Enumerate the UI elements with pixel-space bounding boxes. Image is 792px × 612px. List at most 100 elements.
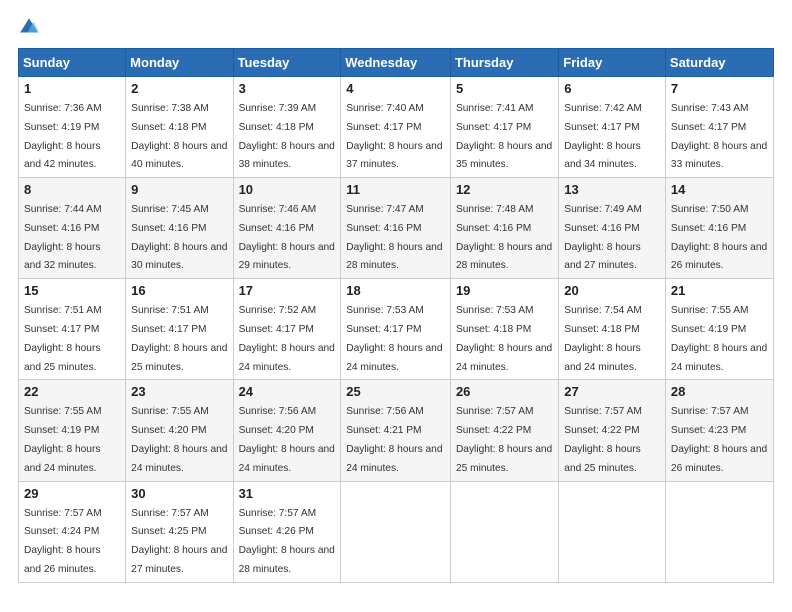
calendar-cell — [341, 481, 451, 582]
calendar-week-5: 29 Sunrise: 7:57 AMSunset: 4:24 PMDaylig… — [19, 481, 774, 582]
calendar-cell: 27 Sunrise: 7:57 AMSunset: 4:22 PMDaylig… — [559, 380, 666, 481]
day-number: 9 — [131, 182, 227, 197]
calendar-cell: 4 Sunrise: 7:40 AMSunset: 4:17 PMDayligh… — [341, 77, 451, 178]
calendar-cell: 2 Sunrise: 7:38 AMSunset: 4:18 PMDayligh… — [126, 77, 233, 178]
day-number: 3 — [239, 81, 336, 96]
calendar-cell: 24 Sunrise: 7:56 AMSunset: 4:20 PMDaylig… — [233, 380, 341, 481]
day-number: 21 — [671, 283, 768, 298]
calendar-header-wednesday: Wednesday — [341, 49, 451, 77]
day-number: 13 — [564, 182, 660, 197]
calendar-table: SundayMondayTuesdayWednesdayThursdayFrid… — [18, 48, 774, 583]
calendar-header-saturday: Saturday — [665, 49, 773, 77]
calendar-week-1: 1 Sunrise: 7:36 AMSunset: 4:19 PMDayligh… — [19, 77, 774, 178]
day-info: Sunrise: 7:57 AMSunset: 4:22 PMDaylight:… — [564, 406, 642, 473]
calendar-header-monday: Monday — [126, 49, 233, 77]
calendar-cell: 6 Sunrise: 7:42 AMSunset: 4:17 PMDayligh… — [559, 77, 666, 178]
day-number: 27 — [564, 384, 660, 399]
day-number: 4 — [346, 81, 445, 96]
calendar-cell: 7 Sunrise: 7:43 AMSunset: 4:17 PMDayligh… — [665, 77, 773, 178]
day-number: 15 — [24, 283, 120, 298]
day-number: 1 — [24, 81, 120, 96]
logo-icon — [18, 16, 40, 38]
day-number: 17 — [239, 283, 336, 298]
day-number: 10 — [239, 182, 336, 197]
day-number: 18 — [346, 283, 445, 298]
day-number: 22 — [24, 384, 120, 399]
day-number: 31 — [239, 486, 336, 501]
day-number: 8 — [24, 182, 120, 197]
calendar-cell: 5 Sunrise: 7:41 AMSunset: 4:17 PMDayligh… — [450, 77, 558, 178]
day-info: Sunrise: 7:43 AMSunset: 4:17 PMDaylight:… — [671, 103, 767, 170]
day-number: 7 — [671, 81, 768, 96]
page: SundayMondayTuesdayWednesdayThursdayFrid… — [0, 0, 792, 612]
day-info: Sunrise: 7:47 AMSunset: 4:16 PMDaylight:… — [346, 204, 442, 271]
day-info: Sunrise: 7:53 AMSunset: 4:18 PMDaylight:… — [456, 305, 552, 372]
day-number: 23 — [131, 384, 227, 399]
calendar-cell: 1 Sunrise: 7:36 AMSunset: 4:19 PMDayligh… — [19, 77, 126, 178]
calendar-header-sunday: Sunday — [19, 49, 126, 77]
day-number: 19 — [456, 283, 553, 298]
day-info: Sunrise: 7:48 AMSunset: 4:16 PMDaylight:… — [456, 204, 552, 271]
day-info: Sunrise: 7:41 AMSunset: 4:17 PMDaylight:… — [456, 103, 552, 170]
day-info: Sunrise: 7:46 AMSunset: 4:16 PMDaylight:… — [239, 204, 335, 271]
day-info: Sunrise: 7:39 AMSunset: 4:18 PMDaylight:… — [239, 103, 335, 170]
header — [18, 16, 774, 38]
day-number: 24 — [239, 384, 336, 399]
day-info: Sunrise: 7:38 AMSunset: 4:18 PMDaylight:… — [131, 103, 227, 170]
calendar-cell: 21 Sunrise: 7:55 AMSunset: 4:19 PMDaylig… — [665, 279, 773, 380]
day-info: Sunrise: 7:52 AMSunset: 4:17 PMDaylight:… — [239, 305, 335, 372]
day-info: Sunrise: 7:51 AMSunset: 4:17 PMDaylight:… — [24, 305, 102, 372]
calendar-cell: 20 Sunrise: 7:54 AMSunset: 4:18 PMDaylig… — [559, 279, 666, 380]
calendar-cell: 15 Sunrise: 7:51 AMSunset: 4:17 PMDaylig… — [19, 279, 126, 380]
calendar-cell: 29 Sunrise: 7:57 AMSunset: 4:24 PMDaylig… — [19, 481, 126, 582]
calendar-header-row: SundayMondayTuesdayWednesdayThursdayFrid… — [19, 49, 774, 77]
day-info: Sunrise: 7:49 AMSunset: 4:16 PMDaylight:… — [564, 204, 642, 271]
calendar-cell: 26 Sunrise: 7:57 AMSunset: 4:22 PMDaylig… — [450, 380, 558, 481]
calendar-cell — [450, 481, 558, 582]
day-info: Sunrise: 7:57 AMSunset: 4:24 PMDaylight:… — [24, 508, 102, 575]
day-info: Sunrise: 7:57 AMSunset: 4:26 PMDaylight:… — [239, 508, 335, 575]
day-info: Sunrise: 7:45 AMSunset: 4:16 PMDaylight:… — [131, 204, 227, 271]
calendar-cell: 12 Sunrise: 7:48 AMSunset: 4:16 PMDaylig… — [450, 178, 558, 279]
day-number: 29 — [24, 486, 120, 501]
day-info: Sunrise: 7:44 AMSunset: 4:16 PMDaylight:… — [24, 204, 102, 271]
day-number: 5 — [456, 81, 553, 96]
calendar-week-3: 15 Sunrise: 7:51 AMSunset: 4:17 PMDaylig… — [19, 279, 774, 380]
day-number: 20 — [564, 283, 660, 298]
day-info: Sunrise: 7:57 AMSunset: 4:22 PMDaylight:… — [456, 406, 552, 473]
calendar-cell: 17 Sunrise: 7:52 AMSunset: 4:17 PMDaylig… — [233, 279, 341, 380]
calendar-cell: 9 Sunrise: 7:45 AMSunset: 4:16 PMDayligh… — [126, 178, 233, 279]
calendar-cell: 23 Sunrise: 7:55 AMSunset: 4:20 PMDaylig… — [126, 380, 233, 481]
calendar-cell: 16 Sunrise: 7:51 AMSunset: 4:17 PMDaylig… — [126, 279, 233, 380]
calendar-cell: 10 Sunrise: 7:46 AMSunset: 4:16 PMDaylig… — [233, 178, 341, 279]
day-number: 16 — [131, 283, 227, 298]
day-info: Sunrise: 7:53 AMSunset: 4:17 PMDaylight:… — [346, 305, 442, 372]
day-info: Sunrise: 7:54 AMSunset: 4:18 PMDaylight:… — [564, 305, 642, 372]
day-number: 14 — [671, 182, 768, 197]
day-info: Sunrise: 7:56 AMSunset: 4:21 PMDaylight:… — [346, 406, 442, 473]
day-info: Sunrise: 7:51 AMSunset: 4:17 PMDaylight:… — [131, 305, 227, 372]
calendar-cell: 28 Sunrise: 7:57 AMSunset: 4:23 PMDaylig… — [665, 380, 773, 481]
calendar-cell: 14 Sunrise: 7:50 AMSunset: 4:16 PMDaylig… — [665, 178, 773, 279]
calendar-cell: 8 Sunrise: 7:44 AMSunset: 4:16 PMDayligh… — [19, 178, 126, 279]
calendar-body: 1 Sunrise: 7:36 AMSunset: 4:19 PMDayligh… — [19, 77, 774, 583]
day-number: 28 — [671, 384, 768, 399]
day-number: 2 — [131, 81, 227, 96]
day-number: 12 — [456, 182, 553, 197]
day-info: Sunrise: 7:55 AMSunset: 4:20 PMDaylight:… — [131, 406, 227, 473]
calendar-cell: 18 Sunrise: 7:53 AMSunset: 4:17 PMDaylig… — [341, 279, 451, 380]
calendar-header-thursday: Thursday — [450, 49, 558, 77]
day-info: Sunrise: 7:40 AMSunset: 4:17 PMDaylight:… — [346, 103, 442, 170]
day-number: 25 — [346, 384, 445, 399]
calendar-cell: 31 Sunrise: 7:57 AMSunset: 4:26 PMDaylig… — [233, 481, 341, 582]
calendar-cell: 3 Sunrise: 7:39 AMSunset: 4:18 PMDayligh… — [233, 77, 341, 178]
day-info: Sunrise: 7:55 AMSunset: 4:19 PMDaylight:… — [24, 406, 102, 473]
calendar-cell — [559, 481, 666, 582]
day-number: 11 — [346, 182, 445, 197]
calendar-cell: 30 Sunrise: 7:57 AMSunset: 4:25 PMDaylig… — [126, 481, 233, 582]
day-info: Sunrise: 7:57 AMSunset: 4:25 PMDaylight:… — [131, 508, 227, 575]
day-info: Sunrise: 7:50 AMSunset: 4:16 PMDaylight:… — [671, 204, 767, 271]
day-info: Sunrise: 7:42 AMSunset: 4:17 PMDaylight:… — [564, 103, 642, 170]
day-info: Sunrise: 7:57 AMSunset: 4:23 PMDaylight:… — [671, 406, 767, 473]
day-number: 30 — [131, 486, 227, 501]
